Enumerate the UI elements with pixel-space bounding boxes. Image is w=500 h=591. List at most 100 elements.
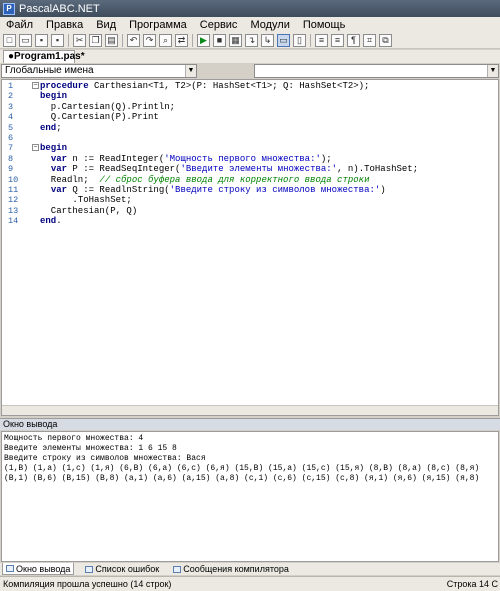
output-line: Введите элементы множества: 1 6 15 8 (4, 444, 177, 453)
copy-icon[interactable]: ❐ (89, 34, 102, 47)
code-token: procedure (40, 81, 95, 91)
tab-error-list[interactable]: Список ошибок (82, 563, 162, 575)
redo-icon[interactable]: ↷ (143, 34, 156, 47)
code-text: end. (40, 216, 62, 226)
compile-icon[interactable]: ▦ (229, 34, 242, 47)
windows-icon[interactable]: ⧉ (379, 34, 392, 47)
code-token: 'Мощность первого множества:' (164, 153, 321, 164)
output-window-header: Окно вывода (0, 418, 500, 430)
code-line[interactable]: 14 end. (2, 216, 498, 226)
menu-program[interactable]: Программа (129, 19, 187, 31)
cut-icon[interactable]: ✂ (73, 34, 86, 47)
toolbar: □ ▭ ▪ ▪ ✂ ❐ ▤ ↶ ↷ ⌕ ⇄ ▶ ■ ▦ ↴ ↳ ▭ ▯ ≡ ≡ … (0, 33, 500, 49)
chevron-down-icon[interactable]: ▼ (185, 65, 196, 77)
code-line[interactable]: 3 p.Cartesian(Q).Println; (2, 102, 498, 112)
members-combobox[interactable]: ▼ (254, 64, 499, 78)
code-line[interactable]: 1 − procedure Carthesian<T1, T2>(P: HashSe… (2, 81, 498, 91)
menu-file[interactable]: Файл (6, 19, 33, 31)
run-icon[interactable]: ▶ (197, 34, 210, 47)
line-number: 11 (8, 185, 19, 195)
step-over-icon[interactable]: ↳ (261, 34, 274, 47)
code-line[interactable]: 4 Q.Cartesian(P).Print (2, 112, 498, 122)
code-line[interactable]: 9 var P := ReadSeqInteger('Введите элеме… (2, 164, 498, 174)
code-line[interactable]: 8 var n := ReadInteger('Мощность первого… (2, 154, 498, 164)
line-number: 13 (8, 205, 19, 216)
console-icon[interactable]: ▯ (293, 34, 306, 47)
line-number: 2 (8, 91, 14, 102)
save-all-icon[interactable]: ▪ (51, 34, 64, 47)
code-token: .ToHashSet; (40, 195, 132, 206)
fold-toggle-icon[interactable]: − (32, 82, 39, 90)
code-line[interactable]: 7 − begin (2, 143, 498, 153)
paste-icon[interactable]: ▤ (105, 34, 118, 47)
tab-compiler-messages[interactable]: Сообщения компилятора (170, 563, 292, 575)
toolbar-separator (310, 34, 311, 47)
menu-modules[interactable]: Модули (250, 19, 289, 31)
scope-combobox[interactable]: Глобальные имена ▼ (1, 64, 197, 78)
code-token: Carthesian<T1, T2>(P: HashSet<T1>; Q: Ha… (94, 81, 370, 91)
tab-label: Окно вывода (16, 563, 71, 574)
line-number: 12 (8, 195, 19, 206)
code-line[interactable]: 5 end; (2, 123, 498, 133)
code-token: Q := ReadlnString( (72, 185, 170, 195)
menu-view[interactable]: Вид (96, 19, 116, 31)
code-token: var (50, 185, 73, 195)
menu-help[interactable]: Помощь (303, 19, 346, 31)
code-token: 'Введите строку из символов множества:' (169, 185, 381, 195)
code-token: . (56, 216, 62, 227)
unindent-icon[interactable]: ≡ (331, 34, 344, 47)
output-window[interactable]: Мощность первого множества: 4 Введите эл… (1, 431, 499, 562)
code-token: n := ReadInteger( (72, 153, 165, 164)
code-line[interactable]: 10 Readln; // сброс буфера ввода для кор… (2, 175, 498, 185)
stop-icon[interactable]: ■ (213, 34, 226, 47)
code-text: var Q := ReadlnString('Введите строку из… (40, 185, 386, 195)
line-number: 3 (8, 101, 14, 112)
code-text: begin (40, 91, 67, 101)
code-line[interactable]: 11 var Q := ReadlnString('Введите строку… (2, 185, 498, 195)
line-number: 8 (8, 153, 14, 164)
code-line[interactable]: 13 Carthesian(P, Q) (2, 206, 498, 216)
code-text: procedure Carthesian<T1, T2>(P: HashSet<… (40, 81, 369, 91)
find-icon[interactable]: ⌕ (159, 34, 172, 47)
menu-edit[interactable]: Правка (46, 19, 83, 31)
code-token: end (40, 216, 57, 227)
new-file-icon[interactable]: □ (3, 34, 16, 47)
replace-icon[interactable]: ⇄ (175, 34, 188, 47)
line-number: 9 (8, 164, 14, 175)
code-token: ) (380, 185, 386, 195)
horizontal-scrollbar[interactable] (2, 405, 498, 415)
line-number: 7 (8, 143, 14, 154)
window-title: PascalABC.NET (19, 2, 100, 15)
indent-icon[interactable]: ≡ (315, 34, 328, 47)
output-line: Введите строку из символов множества: Ва… (4, 454, 206, 463)
menu-service[interactable]: Сервис (200, 19, 238, 31)
tab-label: Сообщения компилятора (183, 564, 289, 574)
format-code-icon[interactable]: ¶ (347, 34, 360, 47)
code-text: p.Cartesian(Q).Println; (40, 102, 175, 112)
code-token: end (40, 122, 57, 133)
tab-program1[interactable]: ●Program1.pas* (3, 50, 85, 63)
fold-toggle-icon[interactable]: − (32, 144, 39, 152)
output-window-icon[interactable]: ▭ (277, 34, 290, 47)
code-line[interactable]: 2 begin (2, 91, 498, 101)
code-token: begin (40, 91, 68, 102)
debug-step-icon[interactable]: ↴ (245, 34, 258, 47)
code-text: var P := ReadSeqInteger('Введите элемент… (40, 164, 418, 174)
code-text: end; (40, 123, 62, 133)
code-line[interactable]: 12 .ToHashSet; (2, 195, 498, 205)
compile-status: Компиляция прошла успешно (14 строк) (3, 579, 172, 589)
save-icon[interactable]: ▪ (35, 34, 48, 47)
code-editor[interactable]: 1− procedure Carthesian<T1, T2>(P: HashSe… (1, 79, 499, 416)
line-number: 14 (8, 216, 19, 227)
code-token: ); (320, 153, 332, 164)
code-line[interactable]: 6 (2, 133, 498, 143)
tab-output-window[interactable]: Окно вывода (2, 563, 75, 575)
code-token: p.Cartesian(Q).Println; (40, 101, 176, 112)
open-folder-icon[interactable]: ▭ (19, 34, 32, 47)
chevron-down-icon[interactable]: ▼ (487, 65, 498, 77)
bottom-tab-strip: Окно вывода Список ошибок Сообщения комп… (0, 563, 500, 575)
bookmark-icon[interactable]: ⌗ (363, 34, 376, 47)
undo-icon[interactable]: ↶ (127, 34, 140, 47)
